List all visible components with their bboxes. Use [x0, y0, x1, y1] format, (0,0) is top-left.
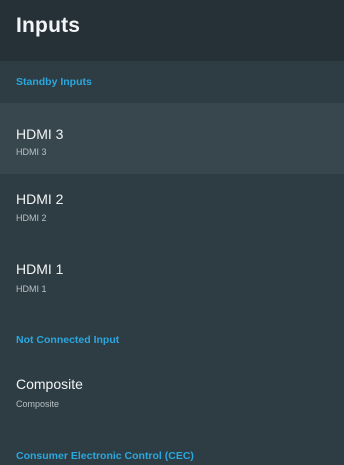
page-title: Inputs [16, 14, 81, 37]
input-item-subtitle: HDMI 1 [16, 284, 47, 294]
inputs-settings-panel: Inputs Standby Inputs HDMI 3 HDMI 3 HDMI… [0, 0, 344, 465]
input-item-hdmi-2[interactable]: HDMI 2 HDMI 2 [0, 174, 344, 244]
input-item-title: HDMI 2 [16, 191, 64, 207]
input-item-subtitle: HDMI 2 [16, 213, 47, 223]
section-header-not-connected-input: Not Connected Input [16, 334, 120, 346]
section-header-standby-inputs: Standby Inputs [16, 76, 92, 88]
input-item-subtitle: Composite [16, 399, 60, 409]
input-item-title: HDMI 3 [16, 126, 64, 142]
input-item-hdmi-1[interactable]: HDMI 1 HDMI 1 [0, 244, 344, 312]
section-header-cec: Consumer Electronic Control (CEC) [16, 450, 194, 462]
input-item-title: Composite [16, 376, 83, 392]
input-item-composite[interactable]: Composite Composite [0, 360, 344, 428]
input-item-hdmi-3[interactable]: HDMI 3 HDMI 3 [0, 103, 344, 174]
input-item-subtitle: HDMI 3 [16, 147, 47, 157]
panel-header: Inputs [0, 0, 344, 61]
input-item-title: HDMI 1 [16, 261, 64, 277]
